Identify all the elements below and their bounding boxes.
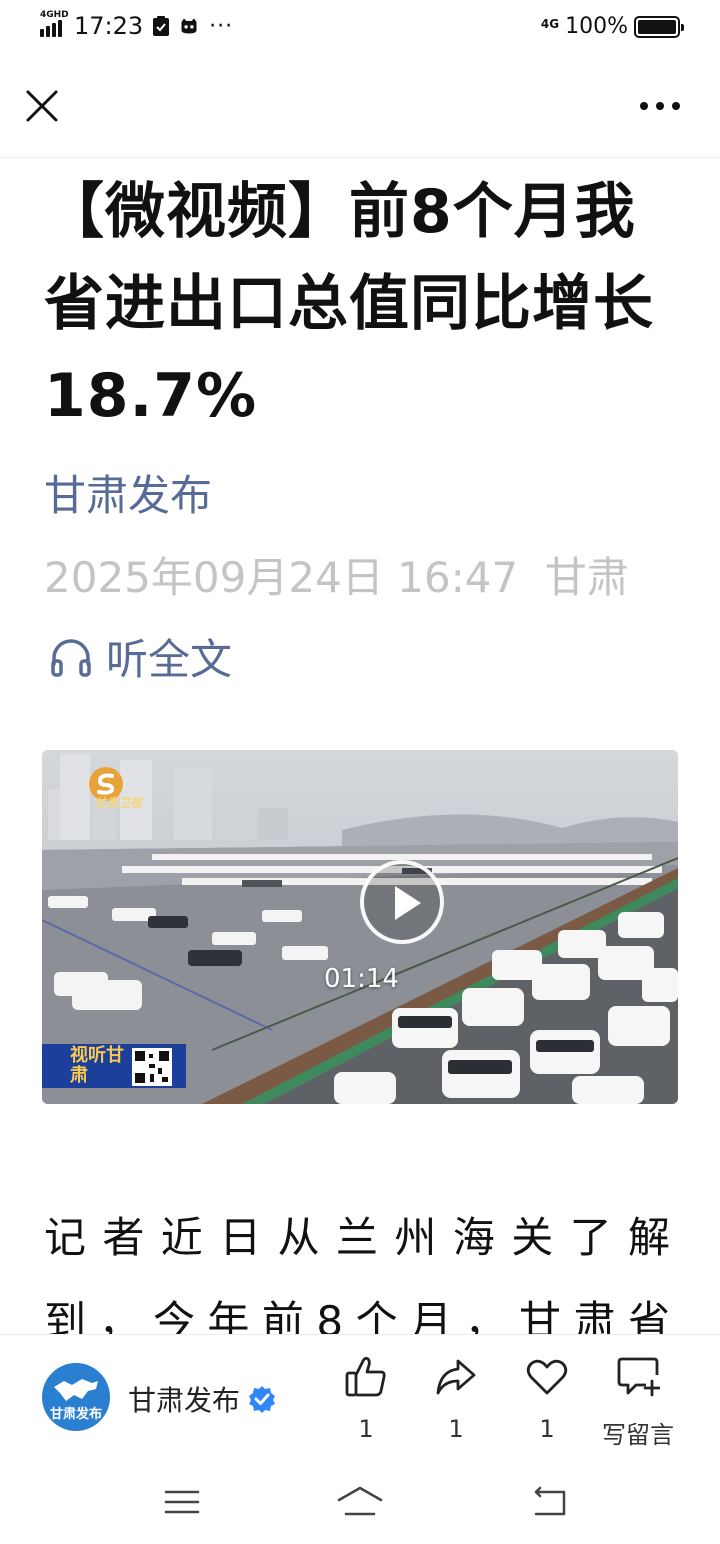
publish-location: 甘肃 [544, 553, 629, 602]
battery-percent: 100% [565, 14, 628, 39]
heart-icon [526, 1359, 568, 1395]
publish-date: 2025年09月24日 16:47 [44, 553, 519, 602]
listen-label: 听全文 [106, 635, 233, 684]
verified-badge-icon [249, 1386, 276, 1413]
battery-icon [634, 15, 684, 38]
top-nav-bar [0, 58, 720, 158]
clock: 17:23 [74, 12, 144, 40]
listen-full-text-button[interactable]: 听全文 [48, 626, 232, 687]
thumbs-up-icon [345, 1356, 386, 1397]
menu-icon[interactable] [162, 1484, 202, 1520]
bottom-action-bar: 甘肃发布 甘肃发布 1 1 1 写留言 [0, 1334, 720, 1452]
more-dots-icon[interactable] [638, 94, 682, 118]
comment-add-icon [617, 1357, 660, 1397]
write-comment-button[interactable]: 写留言 [598, 1355, 678, 1450]
favorite-button[interactable]: 1 [507, 1355, 587, 1443]
system-navigation-bar [0, 1452, 720, 1544]
back-icon[interactable] [530, 1484, 570, 1520]
article-meta: 2025年09月24日 16:47 甘肃 [44, 544, 629, 605]
gansu-map-icon [54, 1379, 98, 1401]
favorite-count: 1 [539, 1415, 555, 1443]
video-player[interactable]: 甘肃卫视 视听甘肃 01:14 [42, 750, 678, 1104]
share-count: 1 [448, 1415, 464, 1443]
like-button[interactable]: 1 [326, 1355, 406, 1443]
signal-icon: 4GHD [40, 10, 69, 37]
account-link[interactable]: 甘肃发布 [44, 462, 212, 523]
account-avatar[interactable]: 甘肃发布 [42, 1363, 110, 1431]
play-button[interactable] [360, 860, 444, 944]
share-button[interactable]: 1 [416, 1355, 496, 1443]
video-duration: 01:14 [324, 964, 399, 994]
clipboard-check-icon [153, 16, 170, 36]
qr-code-icon [132, 1048, 172, 1086]
home-icon[interactable] [336, 1484, 384, 1520]
badge-text: 视听甘肃 [70, 1045, 124, 1086]
headphones-icon [51, 638, 91, 677]
overflow-icon: ··· [209, 13, 234, 39]
network-type: 4GHD [40, 10, 69, 20]
footer-account-name: 甘肃发布 [128, 1384, 241, 1417]
footer-account[interactable]: 甘肃发布 [128, 1379, 276, 1419]
share-arrow-icon [436, 1359, 476, 1395]
like-count: 1 [358, 1415, 374, 1443]
comment-label: 写留言 [602, 1421, 674, 1449]
close-icon[interactable] [24, 88, 60, 124]
article-title: 【微视频】前8个月我省进出口总值同比增长18.7% [44, 177, 654, 431]
channel-name: 甘肃卫视 [94, 796, 143, 810]
status-bar: 4GHD 17:23 ··· 4G 100% [0, 0, 720, 58]
cat-face-icon [181, 18, 197, 34]
avatar-text: 甘肃发布 [49, 1407, 102, 1422]
network-4g-label: 4G [540, 16, 560, 31]
